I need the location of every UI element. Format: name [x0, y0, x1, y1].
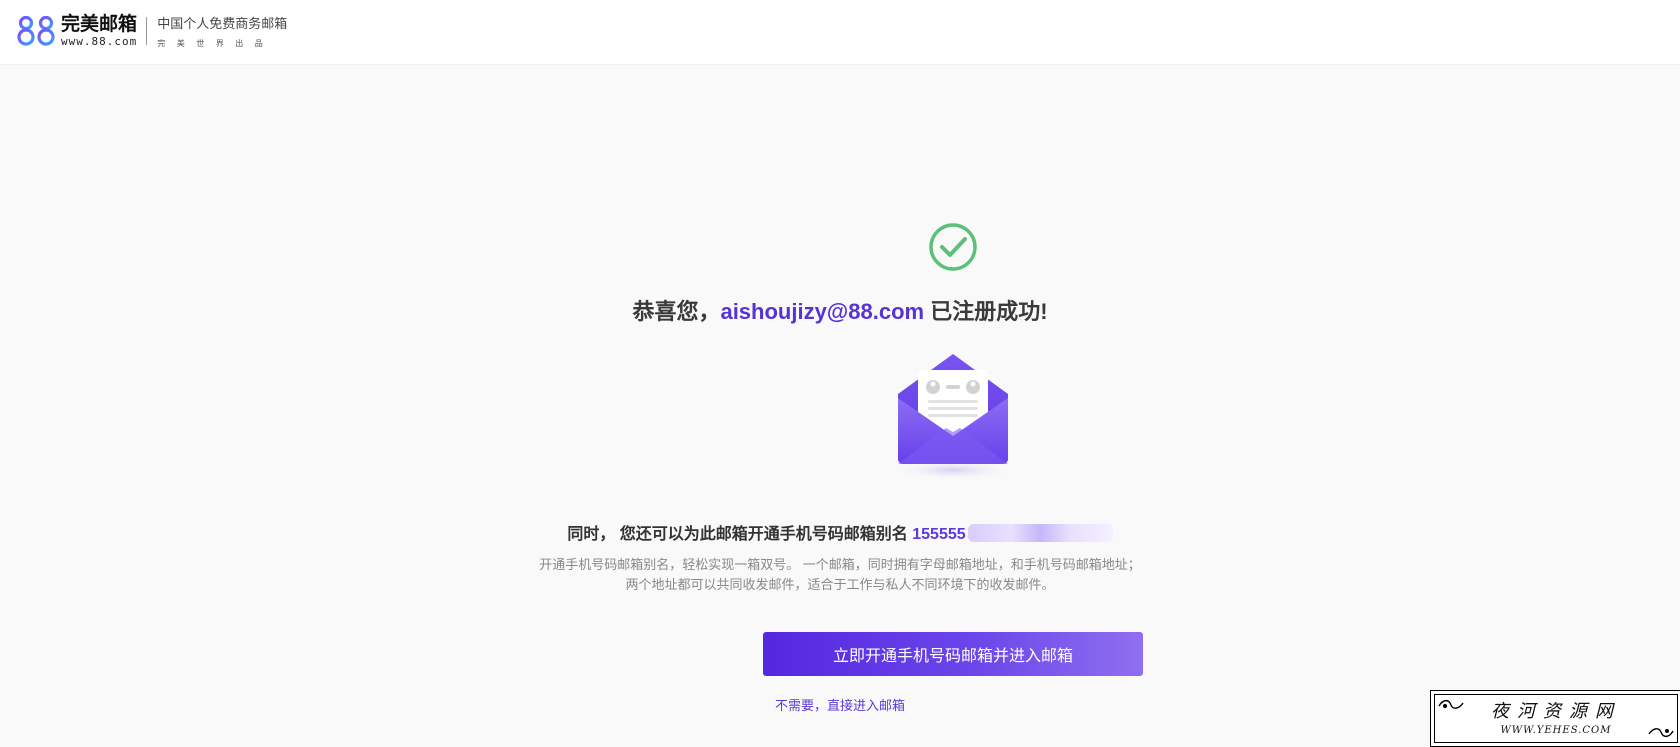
- watermark-title: 夜河资源网: [1491, 701, 1621, 722]
- logo-text: 完美邮箱 www.88.com: [61, 15, 137, 47]
- logo-url: www.88.com: [61, 35, 138, 48]
- alias-description: 开通手机号码邮箱别名，轻松实现一箱双号。 一个邮箱，同时拥有字母邮箱地址，和手机…: [0, 555, 1680, 595]
- watermark: 夜河资源网 WWW.YEHES.COM: [1430, 690, 1680, 747]
- success-suffix: 已注册成功!: [924, 299, 1048, 324]
- alias-number: 155555: [912, 526, 966, 543]
- skip-enter-mailbox-link[interactable]: 不需要，直接进入邮箱: [0, 695, 1680, 714]
- logo-tagline-block: 中国个人免费商务邮箱 完美世界出品: [157, 13, 287, 49]
- brand-logo[interactable]: 完美邮箱 www.88.com 中国个人免费商务邮箱 完美世界出品: [17, 13, 287, 49]
- description-line-2: 两个地址都可以共同收发邮件，适合于工作与私人不同环境下的收发邮件。: [625, 577, 1055, 592]
- logo-88-icon: [17, 15, 55, 46]
- redacted-blur: [967, 524, 1113, 542]
- success-check-icon: [929, 223, 977, 271]
- envelope-illustration-icon: [891, 354, 1015, 480]
- alias-text: 同时， 您还可以为此邮箱开通手机号码邮箱别名: [567, 526, 913, 543]
- watermark-url: WWW.YEHES.COM: [1500, 725, 1612, 736]
- open-alias-and-enter-button[interactable]: 立即开通手机号码邮箱并进入邮箱: [763, 632, 1143, 676]
- logo-tagline-sub: 完美世界出品: [157, 39, 275, 48]
- registered-email: aishoujizy@88.com: [720, 299, 925, 324]
- description-line-1: 开通手机号码邮箱别名，轻松实现一箱双号。 一个邮箱，同时拥有字母邮箱地址，和手机…: [539, 557, 1141, 572]
- alias-offer-text: 同时， 您还可以为此邮箱开通手机号码邮箱别名 155555: [0, 520, 1680, 544]
- success-title: 恭喜您，aishoujizy@88.com 已注册成功!: [0, 294, 1680, 326]
- logo-tagline: 中国个人免费商务邮箱: [157, 16, 288, 31]
- logo-name: 完美邮箱: [61, 14, 138, 35]
- top-header: 完美邮箱 www.88.com 中国个人免费商务邮箱 完美世界出品: [0, 0, 1680, 65]
- success-prefix: 恭喜您，: [632, 299, 721, 324]
- logo-divider: [146, 17, 148, 45]
